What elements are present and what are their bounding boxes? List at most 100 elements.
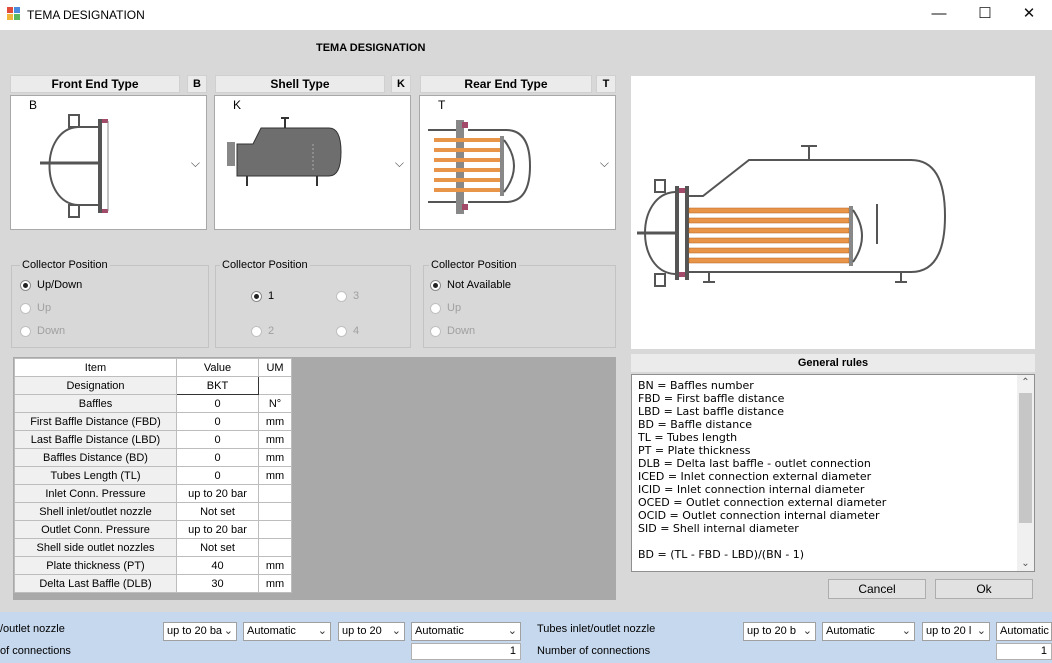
radio-dot[interactable]: [430, 302, 441, 314]
tubes-connections-count[interactable]: 1: [996, 643, 1052, 660]
row-um: mm: [258, 466, 292, 485]
table-row: Last Baffle Distance (LBD) 0 mm: [14, 430, 292, 449]
row-item: First Baffle Distance (FBD): [14, 412, 177, 431]
row-um: mm: [258, 556, 292, 575]
radio-dot[interactable]: [336, 325, 347, 337]
chevron-down-icon[interactable]: ⌵: [191, 156, 200, 171]
radio-up[interactable]: Up: [430, 302, 461, 314]
exchanger-preview: [631, 76, 1035, 349]
shell-picker[interactable]: K ⌵: [214, 95, 411, 230]
radio-dot[interactable]: [20, 279, 31, 291]
radio-2[interactable]: 2: [251, 325, 274, 337]
radio-dot[interactable]: [20, 302, 31, 314]
general-rules-header: General rules: [631, 354, 1035, 372]
radio-dot[interactable]: [336, 290, 347, 302]
shell-nozzle-combo[interactable]: Automatic ⌄: [243, 622, 331, 641]
table-row: First Baffle Distance (FBD) 0 mm: [14, 412, 292, 431]
table-row: Inlet Conn. Pressure up to 20 bar: [14, 484, 292, 503]
radio-down[interactable]: Down: [20, 325, 65, 337]
row-item: Inlet Conn. Pressure: [14, 484, 177, 503]
tubes-pressure-combo[interactable]: up to 20 b ⌄: [743, 622, 816, 641]
radio-dot[interactable]: [251, 325, 262, 337]
chevron-down-icon[interactable]: ⌄: [318, 623, 327, 640]
scroll-down-icon[interactable]: ⌄: [1017, 558, 1034, 569]
tubes-nozzle-combo[interactable]: Automatic ⌄: [822, 622, 915, 641]
tubes-outlet-combo[interactable]: Automatic: [996, 622, 1052, 641]
collector-position-label-front: Collector Position: [20, 259, 110, 271]
radio-label: Up: [447, 302, 462, 314]
shell-picker-code: K: [233, 98, 242, 112]
row-value[interactable]: Not set: [176, 538, 259, 557]
radio-up-down[interactable]: Up/Down: [20, 279, 82, 291]
radio-not-available[interactable]: Not Available: [430, 279, 511, 291]
general-rules-text: BN = Baffles number FBD = First baffle d…: [638, 379, 887, 561]
rules-scrollbar[interactable]: ⌃ ⌄: [1017, 375, 1034, 571]
radio-up[interactable]: Up: [20, 302, 51, 314]
row-value[interactable]: 40: [176, 556, 259, 575]
radio-1[interactable]: 1: [251, 290, 274, 302]
chevron-down-icon[interactable]: ⌵: [600, 156, 609, 171]
row-value[interactable]: 0: [176, 466, 259, 485]
chevron-down-icon[interactable]: ⌵: [395, 156, 404, 171]
front-end-type-header: Front End Type: [10, 75, 180, 93]
front-end-code: B: [187, 75, 207, 93]
chevron-down-icon[interactable]: ⌄: [803, 623, 812, 640]
radio-4[interactable]: 4: [336, 325, 359, 337]
radio-down[interactable]: Down: [430, 325, 475, 337]
maximize-button[interactable]: ☐: [962, 0, 1008, 30]
table-row: Tubes Length (TL) 0 mm: [14, 466, 292, 485]
shell-outlet-combo[interactable]: Automatic ⌄: [411, 622, 521, 641]
row-value[interactable]: up to 20 bar: [176, 484, 259, 503]
scroll-thumb[interactable]: [1019, 393, 1032, 523]
row-item: Last Baffle Distance (LBD): [14, 430, 177, 449]
radio-dot[interactable]: [20, 325, 31, 337]
tubes-nozzle-label: Tubes inlet/outlet nozzle: [537, 623, 656, 635]
radio-label: 3: [353, 290, 360, 302]
shell-nozzle-label: /outlet nozzle: [0, 623, 65, 635]
chevron-down-icon[interactable]: ⌄: [508, 623, 517, 640]
scroll-up-icon[interactable]: ⌃: [1017, 377, 1034, 388]
shell-code: K: [391, 75, 411, 93]
front-end-picker[interactable]: B ⌵: [10, 95, 207, 230]
shell-pressure-combo[interactable]: up to 20 ba ⌄: [163, 622, 237, 641]
row-um: mm: [258, 412, 292, 431]
shell-type-header: Shell Type: [215, 75, 385, 93]
ok-button[interactable]: Ok: [935, 579, 1033, 599]
row-value[interactable]: 0: [176, 448, 259, 467]
rear-end-type-header: Rear End Type: [420, 75, 592, 93]
shell-outlet-pressure-combo[interactable]: up to 20 ⌄: [338, 622, 405, 641]
row-value[interactable]: 30: [176, 574, 259, 593]
chevron-down-icon[interactable]: ⌄: [224, 623, 233, 640]
chevron-down-icon[interactable]: ⌄: [902, 623, 911, 640]
chevron-down-icon[interactable]: ⌄: [392, 623, 401, 640]
row-value[interactable]: Not set: [176, 502, 259, 521]
page-title: TEMA DESIGNATION: [316, 42, 426, 54]
radio-label: Up/Down: [37, 279, 83, 291]
combo-value: Automatic: [415, 625, 464, 637]
collector-position-label-rear: Collector Position: [429, 259, 519, 271]
row-item: Tubes Length (TL): [14, 466, 177, 485]
collector-position-label-shell: Collector Position: [220, 259, 310, 271]
row-um: [258, 484, 292, 503]
cancel-button[interactable]: Cancel: [828, 579, 926, 599]
combo-value: up to 20: [342, 625, 382, 637]
radio-dot[interactable]: [430, 325, 441, 337]
row-value[interactable]: up to 20 bar: [176, 520, 259, 539]
radio-dot[interactable]: [251, 290, 262, 302]
table-row: Delta Last Baffle (DLB) 30 mm: [14, 574, 292, 593]
row-value[interactable]: 0: [176, 394, 259, 413]
shell-connections-count[interactable]: 1: [411, 643, 521, 660]
close-button[interactable]: ✕: [1006, 0, 1052, 30]
radio-3[interactable]: 3: [336, 290, 359, 302]
chevron-down-icon[interactable]: ⌄: [977, 623, 986, 640]
row-value[interactable]: 0: [176, 430, 259, 449]
background-window-strip: /outlet nozzle of connections up to 20 b…: [0, 612, 1052, 663]
radio-dot[interactable]: [430, 279, 441, 291]
row-value[interactable]: 0: [176, 412, 259, 431]
row-value[interactable]: BKT: [176, 376, 259, 395]
table-row: Baffles Distance (BD) 0 mm: [14, 448, 292, 467]
tubes-outlet-pressure-combo[interactable]: up to 20 l ⌄: [922, 622, 990, 641]
column-header-value: Value: [176, 358, 259, 377]
minimize-button[interactable]: —: [916, 0, 962, 30]
rear-end-picker[interactable]: T ⌵: [419, 95, 616, 230]
